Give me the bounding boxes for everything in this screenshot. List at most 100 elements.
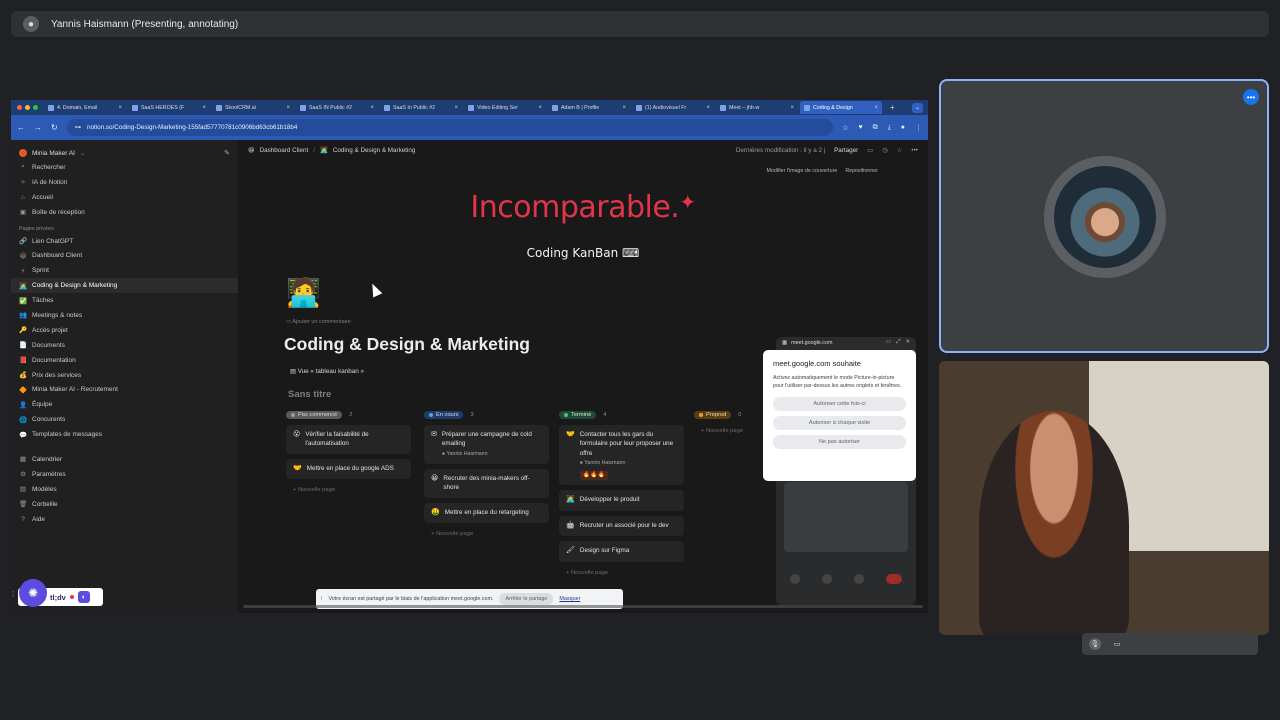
kanban-card[interactable]: 🤑 Mettre en place du retargeting: [424, 502, 549, 524]
more-options-icon[interactable]: •••: [1243, 89, 1259, 105]
new-page-button[interactable]: + Nouvelle page: [559, 567, 684, 579]
sidebar-item[interactable]: 🌐 Concurents: [11, 412, 238, 427]
bookmark-star-icon[interactable]: ☆: [842, 124, 848, 132]
tab-close-icon[interactable]: ×: [454, 105, 458, 111]
close-window-button[interactable]: [17, 105, 22, 110]
hide-banner-button[interactable]: Masquer: [559, 596, 580, 602]
allow-always-button[interactable]: Autoriser à chaque visite: [773, 416, 906, 431]
pip-hand-button[interactable]: [854, 574, 864, 584]
sidebar-item[interactable]: ? Aide: [11, 512, 238, 527]
reposition-cover-button[interactable]: Repositionner: [845, 168, 878, 174]
extensions-icon[interactable]: ⧉: [873, 124, 878, 132]
site-info-icon[interactable]: ⊶: [75, 124, 81, 131]
board-group-title[interactable]: Sans titre: [288, 389, 331, 400]
sidebar-item[interactable]: ⌂ Accueil: [11, 190, 238, 205]
kanban-card[interactable]: 😮 Vérifier la faisabilité de l'automatisa…: [286, 425, 411, 454]
profile-icon[interactable]: ●: [901, 124, 905, 132]
share-button[interactable]: Partager: [834, 147, 858, 154]
tab-close-icon[interactable]: ×: [202, 105, 206, 111]
browser-tab[interactable]: SaaS IN Public #2 ×: [296, 101, 378, 114]
new-tab-button[interactable]: +: [890, 103, 895, 112]
sidebar-item[interactable]: 🗑 Corbeille: [11, 497, 238, 512]
sidebar-item[interactable]: 💬 Templates de messages: [11, 427, 238, 442]
participant-tile-presenter[interactable]: •••: [939, 79, 1269, 353]
tab-close-icon[interactable]: ×: [370, 105, 374, 111]
page-emoji-icon[interactable]: 🧑‍💻: [286, 276, 321, 309]
drag-handle-icon[interactable]: ⁞: [321, 596, 323, 602]
sidebar-item[interactable]: ▦ Calendrier: [11, 452, 238, 467]
tldv-drag-handle[interactable]: ⁞: [12, 590, 14, 599]
page-title[interactable]: Coding & Design & Marketing: [284, 334, 530, 355]
breadcrumb-parent[interactable]: Dashboard Client: [260, 147, 309, 154]
sidebar-item[interactable]: ▤ Modèles: [11, 482, 238, 497]
mic-off-icon[interactable]: 🎙: [1089, 638, 1101, 650]
sidebar-item[interactable]: 👥 Meetings & notes: [11, 308, 238, 323]
tldv-capture-icon[interactable]: ◐: [77, 591, 90, 603]
new-page-icon[interactable]: ✎: [224, 149, 230, 157]
extension-heart-icon[interactable]: ♥: [859, 124, 863, 132]
participant-tile-camera[interactable]: [939, 361, 1269, 635]
download-icon[interactable]: ⤓: [888, 124, 891, 132]
status-badge[interactable]: Pas commencé: [286, 411, 343, 419]
tab-close-icon[interactable]: ×: [118, 105, 122, 111]
browser-tab[interactable]: 4. Domain, Email ×: [44, 101, 126, 114]
pip-camera-icon[interactable]: ▭: [886, 339, 891, 346]
kanban-view-tab[interactable]: ▤ Vue « tableau kanban »: [290, 368, 364, 375]
pip-expand-icon[interactable]: ⤢: [896, 339, 900, 346]
new-page-button[interactable]: + Nouvelle page: [424, 528, 549, 540]
browser-tab[interactable]: SkoolCRM.ai ×: [212, 101, 294, 114]
deny-button[interactable]: Ne pas autoriser: [773, 435, 906, 450]
camera-icon[interactable]: ▭: [1111, 638, 1123, 650]
sidebar-item[interactable]: ⌕ Rechercher: [11, 160, 238, 175]
browser-tab[interactable]: Adam B | Profile ×: [548, 101, 630, 114]
breadcrumb-current[interactable]: Coding & Design & Marketing: [333, 147, 416, 154]
comments-icon[interactable]: ▭: [867, 147, 873, 154]
sidebar-item[interactable]: 👤 Équipe: [11, 397, 238, 412]
sidebar-item[interactable]: ✧ IA de Notion: [11, 175, 238, 190]
sidebar-item[interactable]: 💰 Prix des services: [11, 368, 238, 383]
browser-tab[interactable]: SaaS HEROES (F ×: [128, 101, 210, 114]
pip-end-call-button[interactable]: [886, 574, 902, 584]
status-badge[interactable]: Terminé: [559, 411, 597, 419]
tab-close-icon[interactable]: ×: [622, 105, 626, 111]
tldv-logo-icon[interactable]: ✺: [19, 579, 47, 607]
pip-mic-button[interactable]: [790, 574, 800, 584]
maximize-window-button[interactable]: [33, 105, 38, 110]
browser-tab[interactable]: Video Editing Ser ×: [464, 101, 546, 114]
tab-close-icon[interactable]: ×: [874, 105, 878, 111]
sidebar-item[interactable]: 🧑‍💻 Coding & Design & Marketing: [11, 278, 238, 294]
pip-cam-button[interactable]: [822, 574, 832, 584]
sidebar-item[interactable]: 🔶 Minia Maker AI - Recrutement: [11, 382, 238, 397]
kanban-card[interactable]: 😀 Recruter des minia-makers off-shore: [424, 468, 549, 498]
sidebar-item[interactable]: 🔑 Accès projet: [11, 323, 238, 338]
status-badge[interactable]: Preprod: [694, 411, 732, 419]
kanban-card[interactable]: 🤝 Contacter tous les gars du formulaire p…: [559, 425, 684, 486]
kanban-card[interactable]: 🤖 Recruter un associé pour le dev: [559, 515, 684, 537]
pip-close-icon[interactable]: ✕: [905, 339, 910, 346]
sidebar-item[interactable]: 📕 Documentation: [11, 353, 238, 368]
sidebar-item[interactable]: 📄 Documents: [11, 338, 238, 353]
stop-sharing-button[interactable]: Arrêter le partage: [499, 593, 554, 605]
browser-tab[interactable]: Meet – jhh-w ×: [716, 101, 798, 114]
kanban-card[interactable]: 🤝 Mettre en place du google ADS: [286, 458, 411, 480]
back-arrow-icon[interactable]: ←: [17, 123, 25, 132]
history-icon[interactable]: ◷: [882, 147, 888, 154]
browser-tab[interactable]: SaaS In Public #2 ×: [380, 101, 462, 114]
favorite-star-icon[interactable]: ☆: [897, 147, 903, 154]
new-page-button[interactable]: + Nouvelle page: [286, 484, 411, 496]
kanban-card[interactable]: ✉ Préparer une campagne de cold emailing ●…: [424, 425, 549, 464]
tab-close-icon[interactable]: ×: [286, 105, 290, 111]
sidebar-item[interactable]: ✅ Tâches: [11, 293, 238, 308]
workspace-switcher[interactable]: Minia Maker AI ⌄ ✎: [11, 146, 238, 160]
change-cover-button[interactable]: Modifier l'image de couverture: [767, 168, 838, 174]
browser-tab[interactable]: (1) Audiovisuel Fr ×: [632, 101, 714, 114]
more-options-icon[interactable]: •••: [911, 147, 918, 154]
kanban-card[interactable]: 🖌 Design sur Figma: [559, 541, 684, 562]
forward-arrow-icon[interactable]: →: [34, 123, 42, 132]
tab-close-icon[interactable]: ×: [706, 105, 710, 111]
sidebar-item[interactable]: ▣ Boîte de réception: [11, 205, 238, 220]
sidebar-item[interactable]: 🔗 Lien ChatGPT: [11, 234, 238, 249]
browser-menu-icon[interactable]: ⋮: [915, 124, 922, 132]
sidebar-item[interactable]: ⚡ Sprint: [11, 263, 238, 278]
browser-tab[interactable]: Coding & Design ×: [800, 101, 882, 114]
